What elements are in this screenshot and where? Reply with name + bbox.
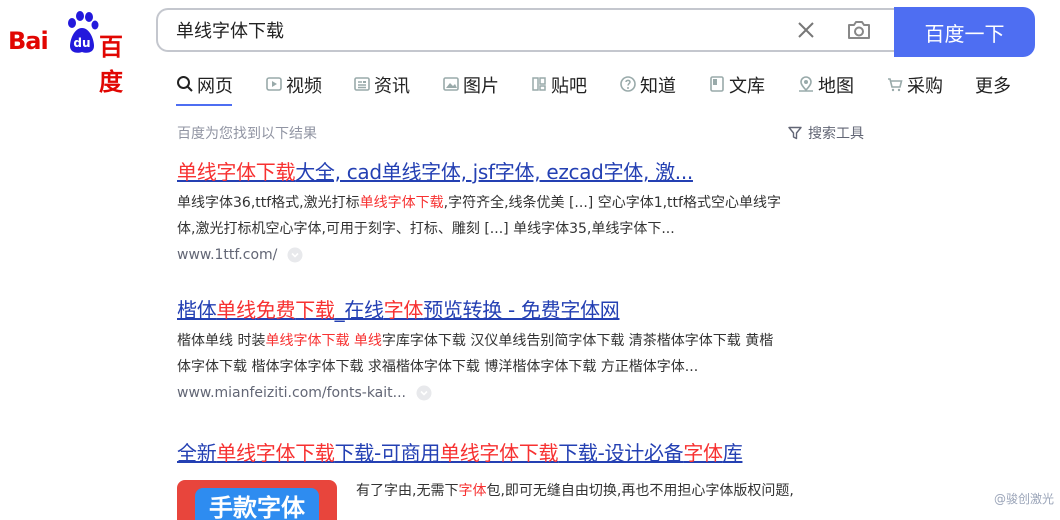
- filter-icon: [788, 126, 802, 140]
- tab-label: 采购: [907, 76, 943, 97]
- image-icon: [443, 77, 459, 91]
- search-icon: [177, 76, 193, 92]
- chevron-down-icon[interactable]: [287, 247, 303, 263]
- abstract-text: 楷体单线 时装: [177, 333, 266, 349]
- result-abstract: 有了字由,无需下字体包,即可无缝自由切换,再也不用担心字体版权问题,: [356, 478, 876, 504]
- map-icon: [799, 76, 813, 92]
- tab-images[interactable]: 图片: [442, 72, 499, 106]
- abstract-text: 字库字体下载 汉仪单线告别简字体下载 清茶楷体字体下载 黄楷: [381, 333, 774, 349]
- thumbnail-text: 手款字体: [195, 488, 319, 520]
- title-text: 大全, cad单线字体, jsf字体, ezcad字体, 激...: [295, 160, 693, 184]
- result-url: www.mianfeiziti.com/fonts-kait...: [177, 385, 406, 401]
- abstract-highlight: 单线字体下载: [265, 333, 350, 349]
- abstract-text: 包,即可无缝自由切换,再也不用担心字体版权问题,: [486, 483, 794, 499]
- tab-wenku[interactable]: 文库: [708, 72, 765, 106]
- search-result: 全新单线字体下载下载-可商用单线字体下载下载-设计必备字体库: [177, 437, 877, 466]
- video-icon: [266, 77, 282, 91]
- result-title-link[interactable]: 楷体单线免费下载_在线字体预览转换 - 免费字体网: [177, 294, 877, 323]
- tab-zhidao[interactable]: 知道: [619, 72, 676, 106]
- abstract-text: ,字符齐全,线条优美 [...] 空心字体1,ttf格式空心单线字: [443, 195, 781, 211]
- title-text: 下载-设计必备: [558, 441, 684, 465]
- question-icon: [620, 76, 636, 92]
- logo-text-du: du: [73, 36, 91, 50]
- tab-purchase[interactable]: 采购: [886, 72, 943, 106]
- search-box: [156, 8, 894, 52]
- title-highlight: 字体: [383, 298, 424, 322]
- tab-label: 地图: [818, 76, 854, 97]
- title-text: 下载-可商用: [334, 441, 441, 465]
- result-source[interactable]: www.1ttf.com/: [177, 247, 877, 263]
- title-text: _在线: [334, 298, 384, 322]
- news-icon: [354, 77, 370, 91]
- tab-map[interactable]: 地图: [797, 72, 854, 106]
- cart-icon: [888, 78, 903, 92]
- tab-tieba[interactable]: 贴吧: [530, 72, 587, 106]
- watermark: @骏创激光: [993, 492, 1054, 506]
- title-text: 预览转换 - 免费字体网: [423, 298, 620, 322]
- result-title-link[interactable]: 全新单线字体下载下载-可商用单线字体下载下载-设计必备字体库: [177, 437, 877, 466]
- title-highlight: 下载: [295, 298, 335, 322]
- result-abstract: 楷体单线 时装单线字体下载 单线字库字体下载 汉仪单线告别简字体下载 清茶楷体字…: [177, 328, 867, 380]
- camera-icon[interactable]: [846, 19, 872, 41]
- logo-text-bai: Bai: [8, 27, 49, 55]
- search-result: 楷体单线免费下载_在线字体预览转换 - 免费字体网 楷体单线 时装单线字体下载 …: [177, 294, 877, 401]
- abstract-highlight: 字体: [458, 483, 487, 499]
- tab-label: 更多: [975, 76, 1011, 97]
- result-abstract: 单线字体36,ttf格式,激光打标单线字体下载,字符齐全,线条优美 [...] …: [177, 190, 867, 242]
- abstract-text: 有了字由,无需下: [356, 483, 459, 499]
- search-input[interactable]: [176, 10, 776, 50]
- search-result: 单线字体下载大全, cad单线字体, jsf字体, ezcad字体, 激... …: [177, 156, 877, 263]
- search-tools-button[interactable]: 搜索工具: [788, 123, 864, 143]
- result-count: 百度为您找到以下结果: [177, 126, 317, 142]
- baidu-logo[interactable]: Bai du 百度: [8, 10, 138, 96]
- abstract-text: 单线字体36,ttf格式,激光打标: [177, 195, 360, 211]
- abstract-highlight: 单线字体下载: [359, 195, 444, 211]
- doc-icon: [710, 76, 724, 92]
- tab-label: 资讯: [374, 76, 410, 97]
- result-title-link[interactable]: 单线字体下载大全, cad单线字体, jsf字体, ezcad字体, 激...: [177, 156, 877, 185]
- title-highlight: 字体: [683, 441, 723, 465]
- chevron-down-icon[interactable]: [416, 385, 432, 401]
- tab-more[interactable]: 更多: [975, 72, 1011, 106]
- result-source[interactable]: www.mianfeiziti.com/fonts-kait...: [177, 385, 877, 401]
- close-icon[interactable]: [796, 20, 816, 40]
- tab-label: 文库: [729, 76, 765, 97]
- logo-text-baidu-cn: 百度: [99, 33, 123, 96]
- search-tools-label: 搜索工具: [808, 126, 864, 142]
- title-highlight: 单线字体下载: [216, 441, 335, 465]
- abstract-highlight: 单线: [353, 333, 382, 349]
- result-thumbnail[interactable]: 手款字体: [177, 480, 337, 520]
- abstract-text: 体,激光打标机空心字体,可用于刻字、打标、雕刻 [...] 单线字体35,单线字…: [177, 221, 675, 237]
- title-text: 库: [722, 441, 743, 465]
- title-text: 楷体: [177, 298, 217, 322]
- title-highlight: 单线字体下载: [177, 160, 296, 184]
- title-highlight: 单线: [216, 298, 256, 322]
- tab-label: 图片: [463, 76, 499, 97]
- tab-label: 贴吧: [551, 76, 587, 97]
- title-text: 全新: [177, 441, 217, 465]
- title-highlight: 免费: [255, 298, 296, 322]
- tab-web[interactable]: 网页: [176, 72, 233, 106]
- abstract-text: 体字体下载 楷体字体字体下载 求福楷体字体下载 博洋楷体字体下载 方正楷体字体.…: [177, 359, 699, 375]
- tab-label: 视频: [286, 76, 322, 97]
- search-button[interactable]: 百度一下: [894, 7, 1035, 57]
- tab-news[interactable]: 资讯: [353, 72, 410, 106]
- active-tab-indicator: [176, 104, 232, 106]
- tieba-icon: [532, 77, 546, 91]
- tab-label: 网页: [197, 76, 233, 97]
- tab-label: 知道: [640, 76, 676, 97]
- tab-video[interactable]: 视频: [265, 72, 322, 106]
- title-highlight: 单线字体下载: [440, 441, 559, 465]
- result-url: www.1ttf.com/: [177, 247, 278, 263]
